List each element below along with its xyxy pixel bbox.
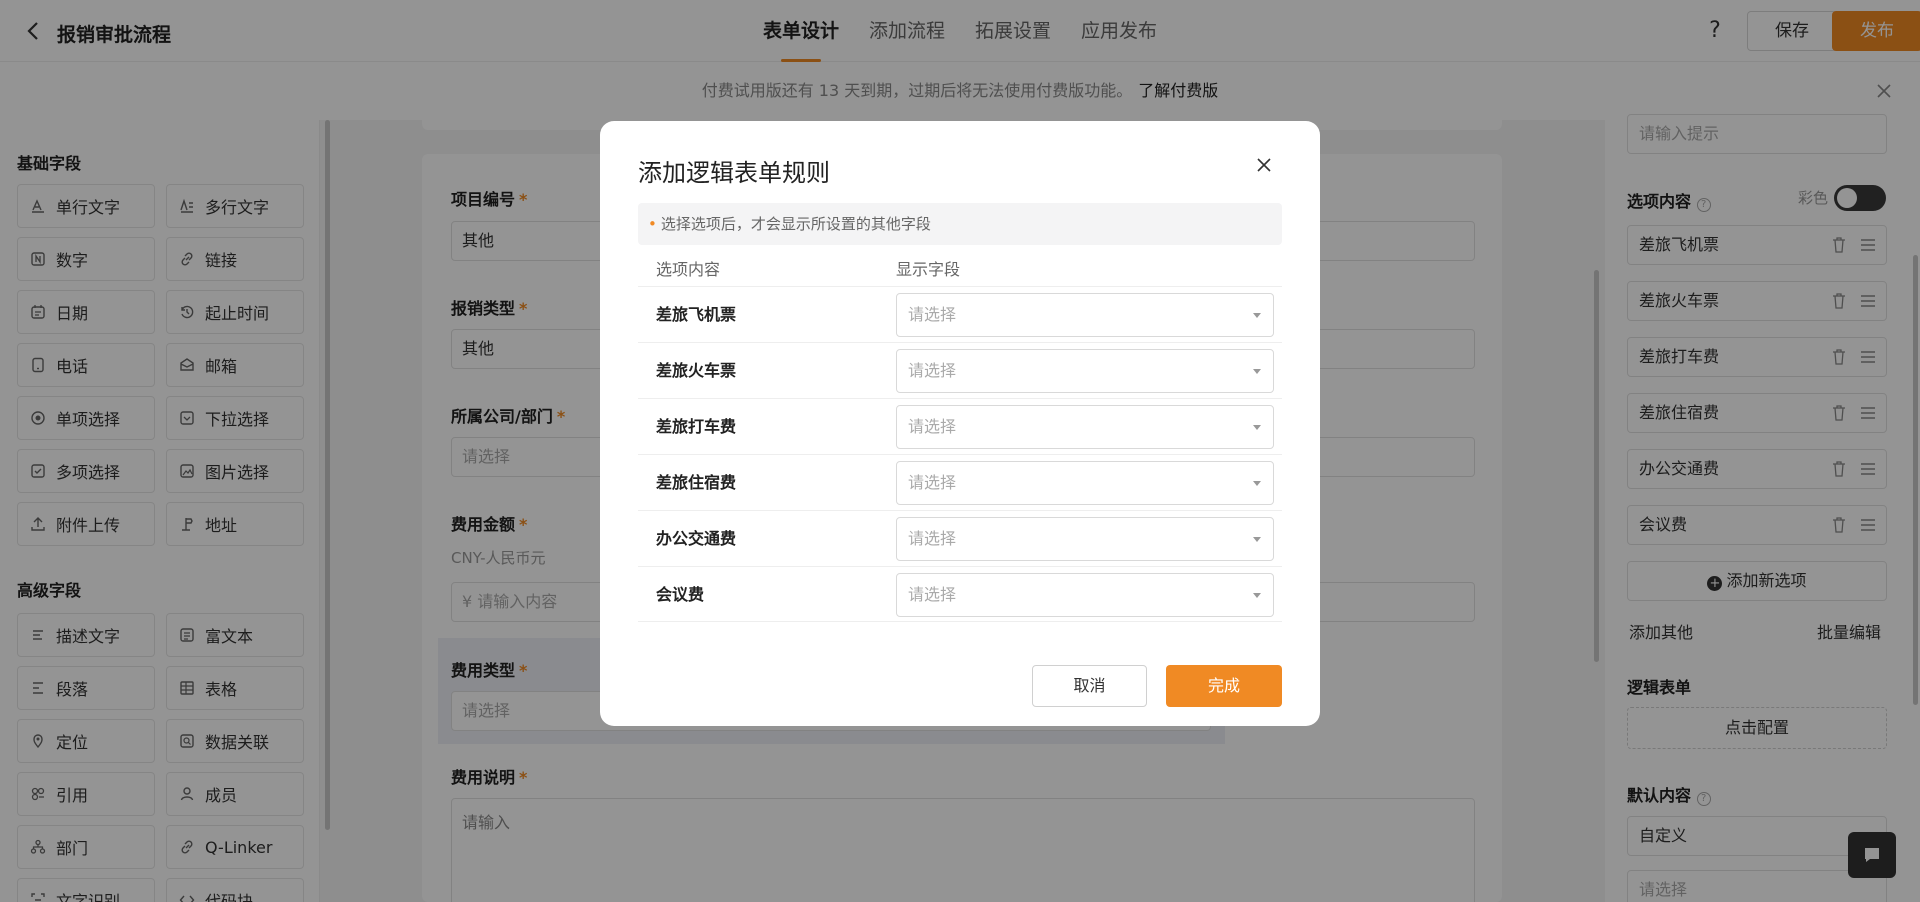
rule-option-label: 差旅打车费 bbox=[656, 417, 737, 436]
display-field-select[interactable]: 请选择 bbox=[896, 573, 1274, 617]
caret-down-icon bbox=[1253, 481, 1261, 486]
tip-text: 选择选项后，才会显示所设置的其他字段 bbox=[660, 215, 931, 233]
rule-option-label: 办公交通费 bbox=[656, 529, 737, 548]
display-field-select[interactable]: 请选择 bbox=[896, 293, 1274, 337]
select-placeholder: 请选择 bbox=[908, 305, 957, 324]
rule-row: 差旅住宿费 请选择 bbox=[638, 454, 1282, 510]
rule-row: 差旅火车票 请选择 bbox=[638, 342, 1282, 398]
rule-option-label: 会议费 bbox=[656, 585, 705, 604]
done-button[interactable]: 完成 bbox=[1166, 665, 1282, 707]
tip-dot-icon: • bbox=[648, 215, 657, 233]
display-field-select[interactable]: 请选择 bbox=[896, 517, 1274, 561]
close-icon[interactable] bbox=[1255, 156, 1273, 174]
dialog-title: 添加逻辑表单规则 bbox=[638, 159, 830, 187]
rule-row: 差旅打车费 请选择 bbox=[638, 398, 1282, 454]
display-field-select[interactable]: 请选择 bbox=[896, 461, 1274, 505]
column-header-option: 选项内容 bbox=[656, 260, 721, 279]
select-placeholder: 请选择 bbox=[908, 417, 957, 436]
column-header-field: 显示字段 bbox=[896, 260, 961, 279]
select-placeholder: 请选择 bbox=[908, 473, 957, 492]
caret-down-icon bbox=[1253, 313, 1261, 318]
select-placeholder: 请选择 bbox=[908, 585, 957, 604]
rule-row: 会议费 请选择 bbox=[638, 566, 1282, 622]
rule-row: 差旅飞机票 请选择 bbox=[638, 286, 1282, 342]
rule-option-label: 差旅飞机票 bbox=[656, 305, 737, 324]
select-placeholder: 请选择 bbox=[908, 361, 957, 380]
dialog-tip: • 选择选项后，才会显示所设置的其他字段 bbox=[638, 203, 1282, 245]
rule-option-label: 差旅住宿费 bbox=[656, 473, 737, 492]
caret-down-icon bbox=[1253, 593, 1261, 598]
select-placeholder: 请选择 bbox=[908, 529, 957, 548]
cancel-button[interactable]: 取消 bbox=[1032, 665, 1147, 707]
caret-down-icon bbox=[1253, 537, 1261, 542]
caret-down-icon bbox=[1253, 369, 1261, 374]
rule-option-label: 差旅火车票 bbox=[656, 361, 737, 380]
rule-row: 办公交通费 请选择 bbox=[638, 510, 1282, 566]
caret-down-icon bbox=[1253, 425, 1261, 430]
display-field-select[interactable]: 请选择 bbox=[896, 405, 1274, 449]
display-field-select[interactable]: 请选择 bbox=[896, 349, 1274, 393]
logic-rule-dialog: 添加逻辑表单规则 • 选择选项后，才会显示所设置的其他字段 选项内容 显示字段 差… bbox=[600, 121, 1320, 726]
